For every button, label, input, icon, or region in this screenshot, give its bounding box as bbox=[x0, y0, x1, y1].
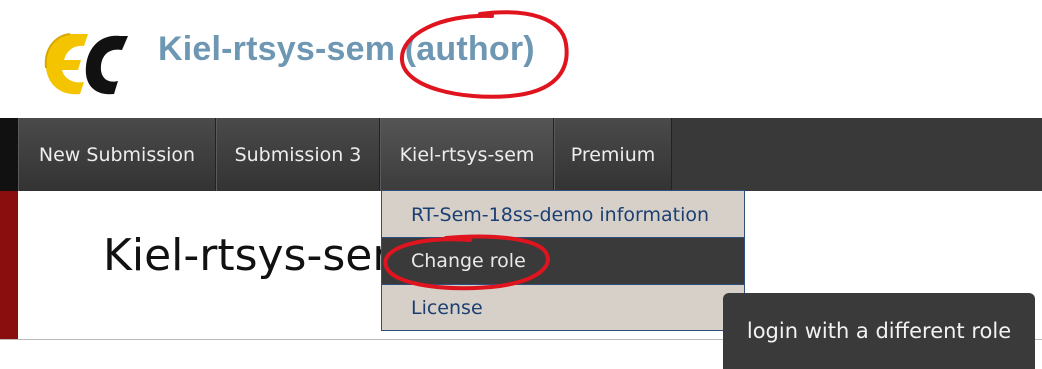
ec-logo-icon[interactable] bbox=[40, 26, 135, 101]
content-accent-bar bbox=[0, 191, 18, 339]
conference-dropdown-menu: RT-Sem-18ss-demo information Change role… bbox=[381, 190, 745, 331]
nav-item-premium[interactable]: Premium bbox=[554, 118, 672, 191]
menu-item-conference-information[interactable]: RT-Sem-18ss-demo information bbox=[382, 192, 744, 238]
site-title[interactable]: Kiel-rtsys-sem (author) bbox=[158, 30, 535, 69]
nav-item-conference[interactable]: Kiel-rtsys-sem bbox=[380, 118, 554, 191]
main-navbar: New Submission Submission 3 Kiel-rtsys-s… bbox=[0, 118, 1042, 191]
page-heading: Kiel-rtsys-ser bbox=[103, 230, 391, 281]
menu-item-change-role[interactable]: Change role bbox=[382, 238, 744, 284]
nav-item-submission-3[interactable]: Submission 3 bbox=[216, 118, 380, 191]
menu-item-license[interactable]: License bbox=[382, 285, 744, 331]
tooltip: login with a different role bbox=[723, 293, 1035, 369]
navbar-edge bbox=[0, 118, 18, 191]
nav-item-new-submission[interactable]: New Submission bbox=[18, 118, 216, 191]
